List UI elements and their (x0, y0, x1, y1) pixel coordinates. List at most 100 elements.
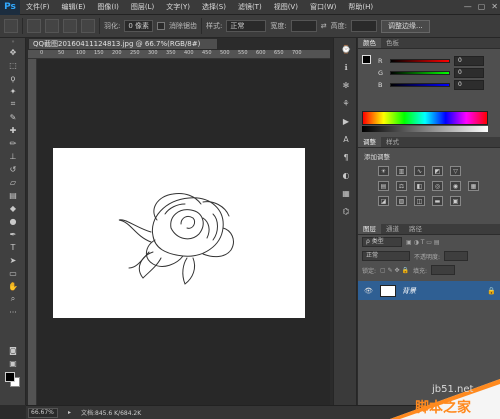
menu-window[interactable]: 窗口(W) (304, 2, 342, 12)
channel-mixer-icon[interactable]: ◉ (450, 181, 461, 191)
vibrance-icon[interactable]: ▽ (450, 166, 461, 176)
color-fg-swatch[interactable] (362, 55, 371, 64)
path-selection-tool-icon[interactable]: ➤ (3, 254, 23, 266)
layer-row-background[interactable]: 👁 背景 🔒 (358, 281, 500, 300)
gradient-map-icon[interactable]: ▬ (432, 196, 443, 206)
healing-brush-tool-icon[interactable]: ✚ (3, 124, 23, 136)
color-balance-icon[interactable]: ⚖ (396, 181, 407, 191)
selective-color-icon[interactable]: ▣ (450, 196, 461, 206)
intersect-selection-button[interactable] (81, 19, 95, 33)
threshold-icon[interactable]: ◫ (414, 196, 425, 206)
menu-help[interactable]: 帮助(H) (342, 2, 379, 12)
color-spectrum[interactable] (362, 111, 488, 125)
menu-type[interactable]: 文字(Y) (160, 2, 196, 12)
lasso-tool-icon[interactable]: ϙ (3, 72, 23, 84)
clone-stamp-tool-icon[interactable]: ⊥ (3, 150, 23, 162)
tab-swatches[interactable]: 色板 (381, 38, 404, 48)
character-icon[interactable]: A (338, 132, 354, 146)
menu-filter[interactable]: 滤镜(T) (232, 2, 268, 12)
refine-edge-button[interactable]: 调整边缘... (381, 19, 430, 33)
exposure-icon[interactable]: ◩ (432, 166, 443, 176)
zoom-tool-icon[interactable]: ⌕ (3, 293, 23, 305)
lock-icons[interactable]: ▢ ✎ ✥ 🔒 (380, 267, 409, 274)
crop-tool-icon[interactable]: ⌗ (3, 98, 23, 110)
history-icon[interactable]: ⌚ (338, 42, 354, 56)
antialias-checkbox[interactable] (157, 22, 166, 30)
status-menu-icon[interactable]: ▸ (68, 409, 71, 416)
eye-icon[interactable]: 👁 (364, 287, 374, 295)
properties-icon[interactable]: ℹ (338, 60, 354, 74)
slider-b-track[interactable] (390, 83, 450, 87)
grayscale-ramp[interactable] (362, 126, 488, 132)
foreground-color-swatch[interactable] (5, 372, 15, 382)
pen-tool-icon[interactable]: ✒ (3, 228, 23, 240)
paragraph-icon[interactable]: ¶ (338, 150, 354, 164)
collapse-icon[interactable]: » (3, 39, 23, 45)
slider-b-value[interactable]: 0 (454, 80, 484, 90)
slider-g-track[interactable] (390, 71, 450, 75)
new-selection-button[interactable] (27, 19, 41, 33)
opacity-input[interactable] (444, 251, 469, 261)
dodge-tool-icon[interactable]: ● (3, 215, 23, 227)
actions-icon[interactable]: ▶ (338, 114, 354, 128)
brush-preset-icon[interactable]: ✻ (338, 78, 354, 92)
posterize-icon[interactable]: ▨ (396, 196, 407, 206)
tab-adjustments[interactable]: 调整 (358, 137, 381, 147)
hue-saturation-icon[interactable]: ▤ (378, 181, 389, 191)
photo-filter-icon[interactable]: ◎ (432, 181, 443, 191)
clone-source-icon[interactable]: ⚘ (338, 96, 354, 110)
timeline-icon[interactable]: ▦ (338, 186, 354, 200)
screen-mode-icon[interactable]: ▣ (3, 357, 23, 369)
swatch-icon[interactable]: ◐ (338, 168, 354, 182)
menu-image[interactable]: 图像(I) (91, 2, 125, 12)
style-select[interactable]: 正常 (226, 20, 267, 32)
eraser-tool-icon[interactable]: ▱ (3, 176, 23, 188)
swap-icon[interactable]: ⇄ (321, 22, 327, 30)
magic-wand-tool-icon[interactable]: ✦ (3, 85, 23, 97)
brightness-icon[interactable]: ☀ (378, 166, 389, 176)
blend-mode-select[interactable]: 正常 (362, 251, 410, 261)
type-tool-icon[interactable]: T (3, 241, 23, 253)
menu-file[interactable]: 文件(F) (20, 2, 56, 12)
fill-input[interactable] (430, 265, 455, 275)
color-lookup-icon[interactable]: ▦ (468, 181, 479, 191)
shape-tool-icon[interactable]: ▭ (3, 267, 23, 279)
layer-kind-filter[interactable]: ρ 类型 (362, 237, 402, 247)
brush-tool-icon[interactable]: ✏ (3, 137, 23, 149)
height-input[interactable] (351, 20, 377, 32)
slider-g-value[interactable]: 0 (454, 68, 484, 78)
history-brush-tool-icon[interactable]: ↺ (3, 163, 23, 175)
marquee-preset-button[interactable] (4, 19, 18, 33)
width-input[interactable] (290, 20, 317, 32)
levels-icon[interactable]: ▥ (396, 166, 407, 176)
menu-view[interactable]: 视图(V) (268, 2, 304, 12)
blur-tool-icon[interactable]: ◆ (3, 202, 23, 214)
feather-input[interactable]: 0 像素 (124, 20, 154, 32)
document-canvas[interactable] (53, 148, 305, 318)
maximize-button[interactable]: ▢ (478, 2, 486, 11)
menu-layer[interactable]: 图层(L) (125, 2, 160, 12)
marquee-tool-icon[interactable]: ⬚ (3, 59, 23, 71)
tab-styles[interactable]: 样式 (381, 137, 404, 147)
curves-icon[interactable]: ∿ (414, 166, 425, 176)
minimize-button[interactable]: — (464, 2, 472, 11)
document-tab[interactable]: QQ截图20160411124813.jpg @ 66.7%(RGB/8#) (28, 38, 218, 50)
menu-edit[interactable]: 编辑(E) (56, 2, 92, 12)
slider-r-value[interactable]: 0 (454, 56, 484, 66)
tab-paths[interactable]: 路径 (404, 224, 427, 234)
invert-icon[interactable]: ◪ (378, 196, 389, 206)
filter-icons[interactable]: ▣ ◑ T ▭ ▤ (406, 239, 440, 246)
eyedropper-tool-icon[interactable]: ✎ (3, 111, 23, 123)
zoom-level-field[interactable]: 66.67% (28, 407, 58, 418)
gradient-tool-icon[interactable]: ▤ (3, 189, 23, 201)
quick-mask-icon[interactable]: ◙ (3, 344, 23, 356)
3d-icon[interactable]: ⌬ (338, 204, 354, 218)
add-selection-button[interactable] (45, 19, 59, 33)
tab-color[interactable]: 颜色 (358, 38, 381, 48)
hand-tool-icon[interactable]: ✋ (3, 280, 23, 292)
close-button[interactable]: ✕ (491, 2, 498, 11)
tab-layers[interactable]: 图层 (358, 224, 381, 234)
subtract-selection-button[interactable] (63, 19, 77, 33)
black-white-icon[interactable]: ◧ (414, 181, 425, 191)
tab-channels[interactable]: 通道 (381, 224, 404, 234)
